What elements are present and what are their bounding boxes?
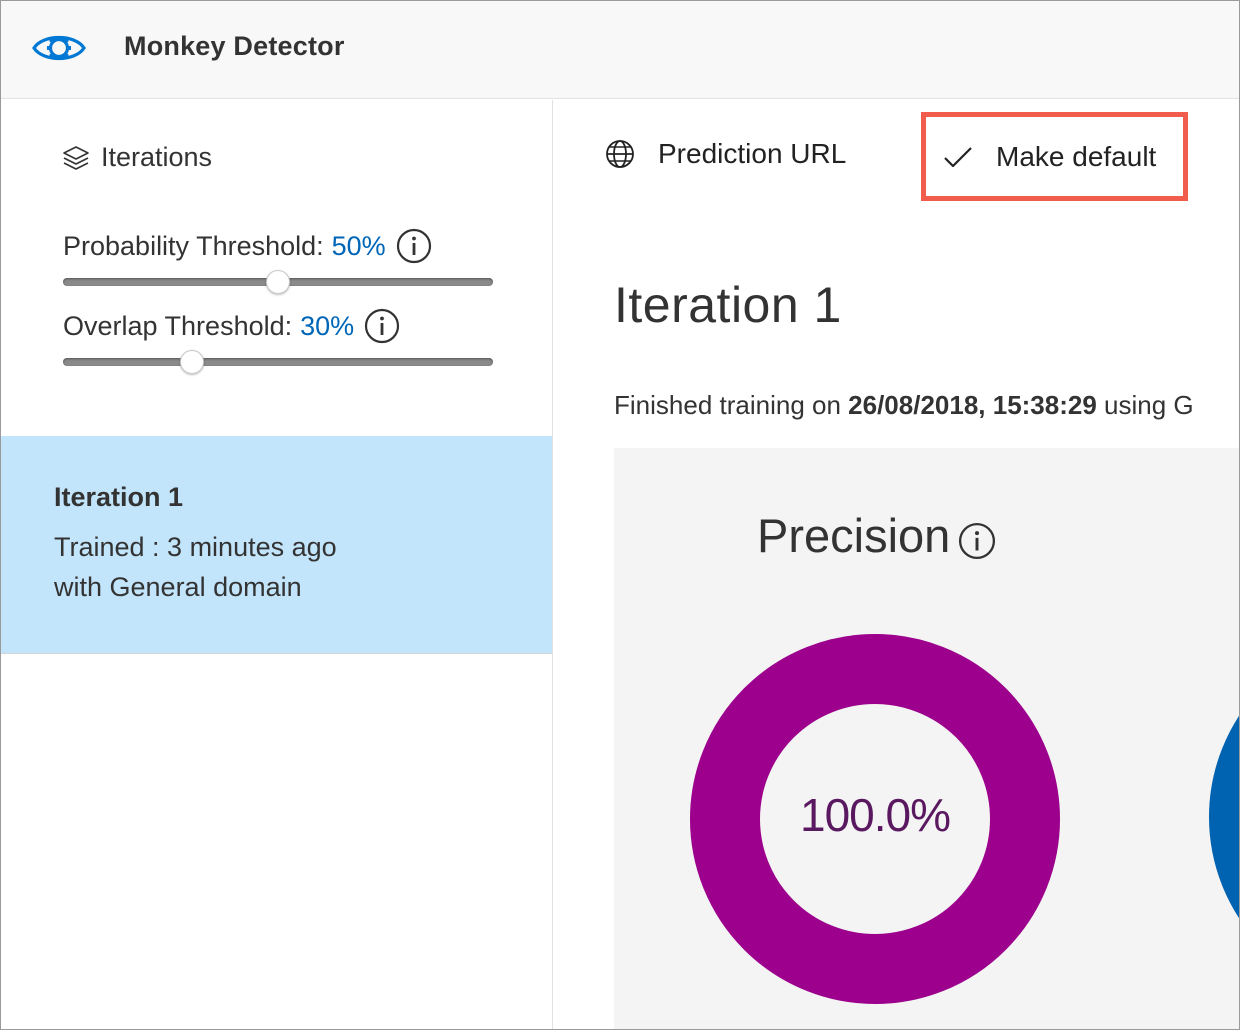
training-info: Finished training on 26/08/2018, 15:38:2… bbox=[614, 390, 1194, 421]
info-icon[interactable] bbox=[396, 228, 432, 264]
slider-thumb[interactable] bbox=[180, 350, 204, 374]
probability-threshold: Probability Threshold: 50% bbox=[63, 228, 493, 294]
overlap-threshold-slider[interactable] bbox=[63, 350, 493, 374]
slider-thumb[interactable] bbox=[266, 270, 290, 294]
metrics-panel: Precision 100.0% bbox=[614, 448, 1239, 1029]
iteration-details: Prediction URL Make default Iteration 1 … bbox=[554, 100, 1239, 1029]
make-default-button[interactable]: Make default bbox=[921, 112, 1188, 201]
info-icon[interactable] bbox=[364, 308, 400, 344]
iterations-heading: Iterations bbox=[61, 142, 212, 173]
overlap-threshold-value: 30% bbox=[300, 310, 355, 341]
iteration-name: Iteration 1 bbox=[54, 482, 184, 512]
training-date: 26/08/2018, 15:38:29 bbox=[848, 390, 1097, 420]
info-icon[interactable] bbox=[958, 522, 996, 560]
iteration-domain: with General domain bbox=[54, 572, 302, 602]
training-info-suffix: using G bbox=[1104, 390, 1194, 420]
training-info-prefix: Finished training on bbox=[614, 390, 841, 420]
iterations-sidebar: Iterations Probability Threshold: 50% Ov… bbox=[1, 100, 553, 1029]
precision-heading: Precision bbox=[757, 508, 996, 563]
slider-track[interactable] bbox=[63, 358, 493, 366]
globe-icon bbox=[606, 140, 634, 168]
probability-threshold-slider[interactable] bbox=[63, 270, 493, 294]
prediction-url-label: Prediction URL bbox=[658, 138, 847, 169]
checkmark-icon bbox=[944, 147, 972, 168]
overlap-threshold-label: Overlap Threshold: bbox=[63, 310, 293, 341]
probability-threshold-label: Probability Threshold: bbox=[63, 230, 324, 261]
overlap-threshold: Overlap Threshold: 30% bbox=[63, 308, 493, 374]
app-header: Monkey Detector bbox=[1, 1, 1239, 99]
iteration-title: Iteration 1 bbox=[614, 277, 842, 333]
recall-donut-chart bbox=[1209, 716, 1239, 918]
iteration-list-item[interactable]: Iteration 1 Trained : 3 minutes ago with… bbox=[1, 436, 552, 654]
eye-gear-icon[interactable] bbox=[31, 29, 87, 67]
make-default-label: Make default bbox=[996, 141, 1157, 172]
precision-label: Precision bbox=[757, 509, 951, 562]
precision-value: 100.0% bbox=[799, 789, 951, 841]
app-window: Monkey Detector Iterations Probability T… bbox=[0, 0, 1240, 1030]
layers-icon bbox=[63, 145, 89, 170]
iteration-trained-time: Trained : 3 minutes ago bbox=[54, 532, 337, 562]
app-title: Monkey Detector bbox=[124, 31, 345, 61]
iterations-heading-label: Iterations bbox=[101, 142, 213, 172]
probability-threshold-value: 50% bbox=[331, 230, 386, 261]
prediction-url-button[interactable]: Prediction URL bbox=[604, 138, 846, 170]
